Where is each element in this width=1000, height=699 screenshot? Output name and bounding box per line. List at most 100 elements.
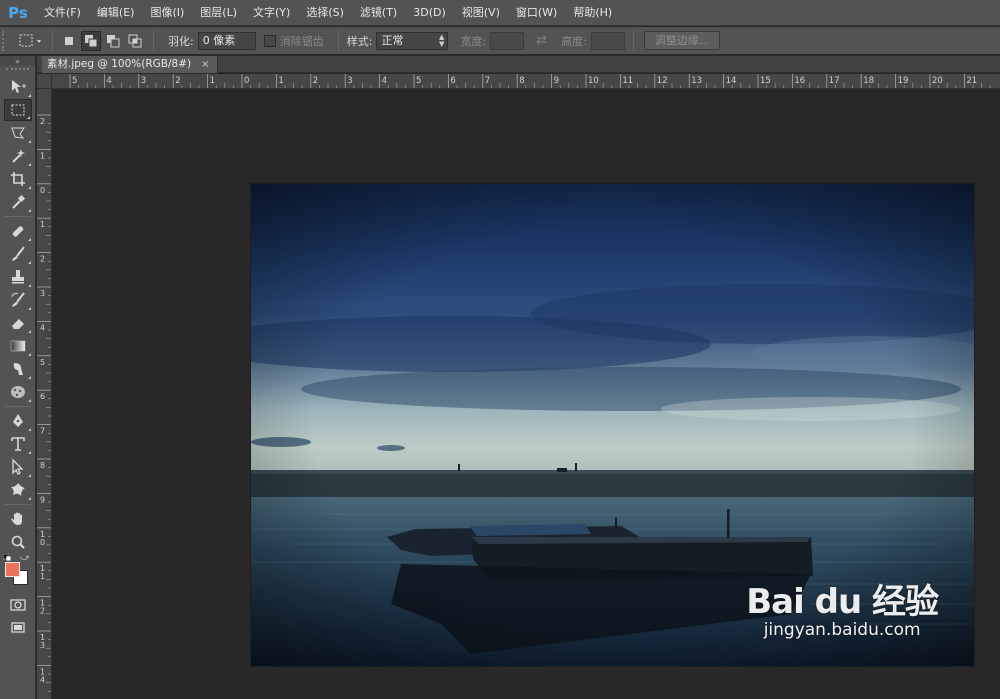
separator <box>52 30 53 51</box>
eraser-icon <box>12 319 24 329</box>
ruler-label: 1 <box>278 76 283 86</box>
ruler-label: 1 <box>40 220 45 229</box>
ruler-label: 1 <box>40 151 45 160</box>
ruler-label: 0 <box>40 186 45 195</box>
ruler-label: 3 <box>40 289 45 298</box>
add-to-selection-button[interactable] <box>81 30 101 51</box>
document-tab[interactable]: 素材.jpeg @ 100%(RGB/8#) × <box>42 56 219 73</box>
ruler-label: 8 <box>519 76 524 86</box>
ruler-label: 17 <box>829 76 840 86</box>
ruler-label: 21 <box>966 76 977 86</box>
healing-brush-tool[interactable] <box>4 220 32 242</box>
ruler-label: 9 <box>554 76 559 86</box>
brush-icon <box>12 246 25 261</box>
menu-select[interactable]: 选择(S) <box>298 0 352 26</box>
options-grip[interactable] <box>2 30 10 51</box>
brush-tool[interactable] <box>4 243 32 265</box>
magic-wand-icon <box>12 149 25 163</box>
menu-filter[interactable]: 滤镜(T) <box>352 0 405 26</box>
menu-help[interactable]: 帮助(H) <box>565 0 620 26</box>
path-selection-tool[interactable] <box>4 456 32 478</box>
feather-input[interactable]: 0 像素 <box>197 31 256 50</box>
separator <box>153 30 154 51</box>
ruler-label: 7 <box>485 76 490 86</box>
ruler-label: 3 <box>40 641 45 650</box>
crop-tool[interactable] <box>4 168 32 190</box>
ruler-origin[interactable] <box>37 74 52 89</box>
intersect-selection-icon <box>128 34 142 47</box>
width-input[interactable] <box>490 31 525 50</box>
ruler-label: 3 <box>347 76 352 86</box>
history-brush-tool[interactable] <box>4 289 32 311</box>
rectangular-marquee-tool[interactable] <box>4 99 32 121</box>
history-brush-icon <box>11 292 25 307</box>
horizontal-ruler-ticks: 5 4 3 2 1 0 1 2 3 4 5 6 7 8 9 10 11 12 13 14 15 16 17 18 19 20 21 <box>69 74 991 88</box>
ruler-label: 14 <box>726 76 737 86</box>
intersect-selection-button[interactable] <box>125 31 145 51</box>
watermark-url: jingyan.baidu.com <box>763 620 921 640</box>
screen-mode-button[interactable] <box>4 617 32 639</box>
ruler-label: 15 <box>760 76 771 86</box>
panel-grip[interactable] <box>6 68 29 74</box>
ruler-label: 4 <box>40 675 45 684</box>
color-swatches: ⤻ <box>0 553 36 590</box>
move-tool[interactable] <box>4 76 32 98</box>
custom-shape-tool[interactable] <box>4 479 32 501</box>
tool-preset-picker[interactable] <box>16 30 46 52</box>
zoom-tool[interactable] <box>4 531 32 553</box>
ruler-label: 9 <box>40 495 45 504</box>
magic-wand-tool[interactable] <box>4 145 32 167</box>
refine-edge-button[interactable]: 调整边缘... <box>643 31 721 50</box>
eraser-tool[interactable] <box>4 312 32 334</box>
subtract-selection-button[interactable] <box>103 31 123 51</box>
antialias-checkbox[interactable] <box>263 34 276 47</box>
add-selection-icon <box>85 34 98 47</box>
menu-edit[interactable]: 编辑(E) <box>89 0 143 26</box>
document-image[interactable]: Bai du 经验 jingyan.baidu.com <box>251 184 974 666</box>
custom-shape-icon <box>11 483 25 496</box>
swap-colors-icon[interactable]: ⤻ <box>20 553 30 563</box>
vertical-ruler[interactable]: 2101234567891011121314 <box>37 89 52 699</box>
type-tool[interactable] <box>4 433 32 455</box>
menu-layer[interactable]: 图层(L) <box>192 0 245 26</box>
dodge-tool[interactable] <box>4 381 32 403</box>
blur-tool[interactable] <box>4 358 32 380</box>
polygonal-lasso-icon <box>11 127 25 139</box>
menu-view[interactable]: 视图(V) <box>454 0 508 26</box>
eyedropper-tool[interactable] <box>4 191 32 213</box>
quick-mask-button[interactable] <box>4 594 32 616</box>
ruler-label: 13 <box>691 76 702 86</box>
canvas-pasteboard[interactable]: Bai du 经验 jingyan.baidu.com <box>52 89 1000 699</box>
zoom-icon <box>11 535 25 549</box>
pen-icon <box>13 414 23 427</box>
menu-type[interactable]: 文字(Y) <box>245 0 298 26</box>
height-label: 高度: <box>561 34 587 48</box>
ruler-label: 18 <box>863 76 874 86</box>
clone-stamp-tool[interactable] <box>4 266 32 288</box>
menu-image[interactable]: 图像(I) <box>142 0 192 26</box>
default-colors-icon[interactable] <box>3 554 11 561</box>
height-input[interactable] <box>590 31 625 50</box>
ruler-label: 5 <box>72 76 77 86</box>
move-icon <box>12 80 26 93</box>
gradient-tool[interactable] <box>4 335 32 357</box>
menu-bar: Ps 文件(F) 编辑(E) 图像(I) 图层(L) 文字(Y) 选择(S) 滤… <box>0 0 1000 26</box>
lasso-tool[interactable] <box>4 122 32 144</box>
menu-window[interactable]: 窗口(W) <box>508 0 565 26</box>
pen-tool[interactable] <box>4 410 32 432</box>
marquee-preset-icon <box>19 34 41 46</box>
horizontal-ruler[interactable]: 5 4 3 2 1 0 1 2 3 4 5 6 7 8 9 10 11 12 13 14 15 16 17 18 19 20 21 <box>52 74 1000 89</box>
menu-file[interactable]: 文件(F) <box>36 0 89 26</box>
collapse-panel-icon[interactable]: » <box>0 56 35 66</box>
swap-dimensions-icon[interactable]: ⇄ <box>536 33 547 48</box>
crop-icon <box>11 172 25 186</box>
foreground-color-swatch[interactable] <box>5 562 20 577</box>
close-icon[interactable]: × <box>201 56 209 73</box>
menu-3d[interactable]: 3D(D) <box>405 0 454 26</box>
subtract-selection-icon <box>107 34 120 47</box>
style-select[interactable]: 正常 ▲ ▼ <box>376 31 449 50</box>
document-tab-title: 素材.jpeg @ 100%(RGB/8#) <box>47 58 192 70</box>
new-selection-button[interactable] <box>59 31 79 51</box>
hand-tool[interactable] <box>4 508 32 530</box>
watermark-brand: Bai du 经验 <box>746 582 939 622</box>
